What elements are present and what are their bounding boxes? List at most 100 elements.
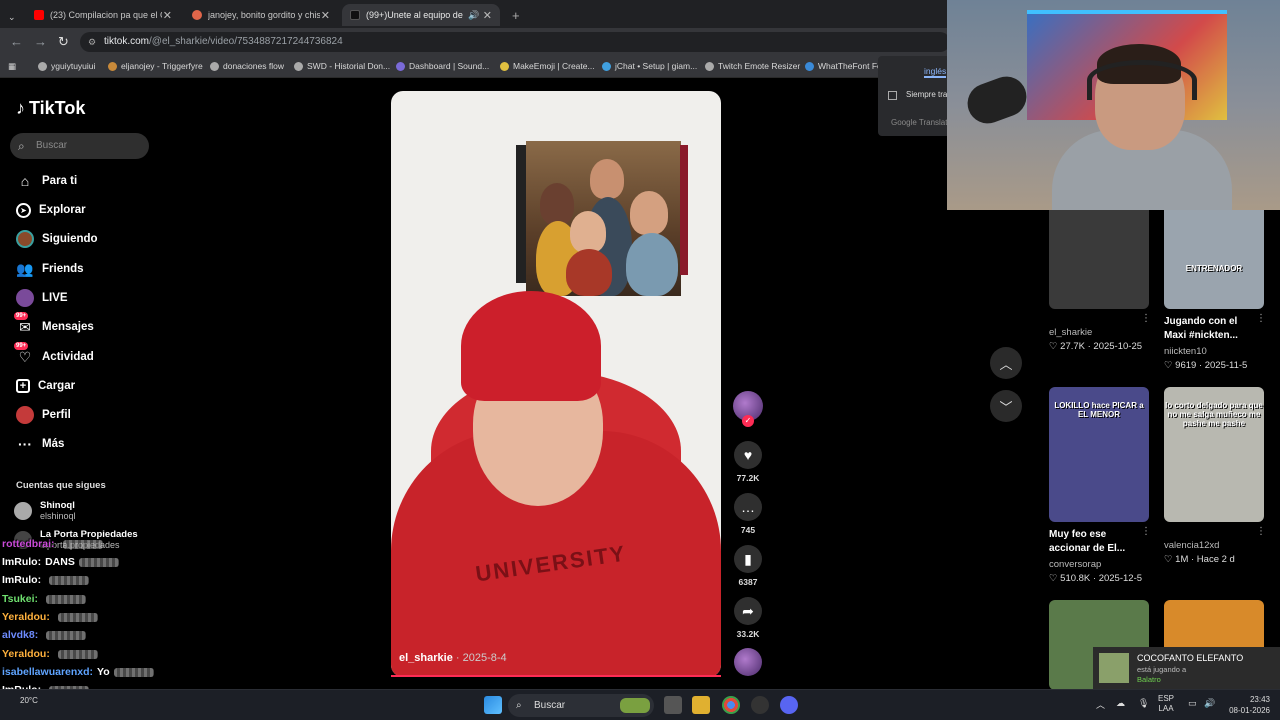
browser-tab-3[interactable]: (99+)Unete al equipo de Ar 🔊 ✕ bbox=[342, 4, 500, 26]
more-options-icon[interactable]: ⋮ bbox=[1141, 313, 1151, 324]
search-input[interactable]: ⌕ Buscar bbox=[10, 133, 149, 159]
recommended-video-author[interactable]: niickten10 bbox=[1164, 346, 1207, 357]
close-tab-icon[interactable]: ✕ bbox=[483, 9, 492, 22]
app-icon[interactable] bbox=[751, 696, 769, 714]
tab-list-button[interactable]: ⌄ bbox=[0, 6, 24, 28]
video-author-line[interactable]: el_sharkie · 2025-8-4 bbox=[399, 652, 507, 664]
activity-icon: ♡ 99+ bbox=[14, 342, 32, 365]
nav-siguiendo[interactable]: Siguiendo bbox=[16, 228, 98, 250]
task-view-icon[interactable] bbox=[664, 696, 682, 714]
url-field[interactable]: ⚙ tiktok.com/@el_sharkie/video/753488721… bbox=[80, 32, 950, 52]
avatar bbox=[14, 502, 32, 520]
notification-title: COCOFANTO ELEFANTO bbox=[1137, 653, 1244, 663]
nav-perfil[interactable]: Perfil bbox=[16, 404, 71, 426]
previous-video-button[interactable]: ︿ bbox=[990, 347, 1022, 379]
tray-overflow-icon[interactable]: ︿ bbox=[1096, 698, 1105, 711]
forward-icon[interactable]: → bbox=[34, 34, 47, 49]
windows-start-icon[interactable] bbox=[484, 696, 502, 714]
recommended-video-title[interactable]: Jugando con el Maxi #nickten... bbox=[1164, 315, 1256, 343]
chat-emote bbox=[57, 649, 98, 659]
messages-badge: 99+ bbox=[14, 312, 29, 320]
follow-check-icon[interactable]: ✓ bbox=[742, 415, 754, 427]
nav-cargar[interactable]: + Cargar bbox=[16, 375, 75, 397]
file-explorer-icon[interactable] bbox=[692, 696, 710, 714]
recommended-video-author[interactable]: valencia12xd bbox=[1164, 540, 1219, 551]
chat-message: Yeraldou: bbox=[2, 648, 98, 660]
always-translate-checkbox[interactable] bbox=[888, 91, 897, 100]
chat-text: Yo bbox=[97, 666, 110, 678]
upload-icon: + bbox=[16, 379, 30, 393]
volume-icon[interactable]: 🔊 bbox=[1204, 698, 1215, 709]
bookmark-item[interactable]: Dashboard | Sound... bbox=[396, 61, 489, 71]
share-button[interactable]: ➦ 33.2K bbox=[733, 597, 763, 639]
recommended-video-thumbnail[interactable]: lo corto delgado para que no me salga mu… bbox=[1164, 387, 1264, 522]
microphone-icon[interactable]: 🎙 bbox=[1138, 698, 1149, 709]
bookmark-item[interactable]: eljanojey - Triggerfyre bbox=[108, 61, 203, 71]
nav-friends[interactable]: 👥 Friends bbox=[16, 258, 83, 280]
nav-live[interactable]: LIVE bbox=[16, 287, 68, 309]
back-icon[interactable]: ← bbox=[10, 34, 23, 49]
video-player[interactable]: UNIVERSITY bbox=[391, 91, 721, 677]
nav-actividad[interactable]: ♡ 99+ Actividad bbox=[14, 342, 94, 368]
nav-label: Siguiendo bbox=[42, 233, 98, 245]
recommended-video-title[interactable]: Muy feo ese accionar de El... bbox=[1049, 528, 1141, 556]
bookmark-item[interactable]: MakeEmoji | Create... bbox=[500, 61, 595, 71]
like-button[interactable]: ♥ 77.2K bbox=[733, 441, 763, 483]
taskbar-search[interactable]: ⌕ Buscar bbox=[508, 694, 654, 717]
new-tab-button[interactable]: + bbox=[504, 4, 524, 26]
thumbnail-caption: ENTRENADOR bbox=[1185, 264, 1243, 273]
nav-explorar[interactable]: ➤ Explorar bbox=[16, 199, 86, 221]
apps-grid-icon[interactable]: ▦ bbox=[8, 61, 16, 72]
chat-username: ImRulo: bbox=[2, 574, 42, 586]
audio-playing-icon[interactable]: 🔊 bbox=[468, 10, 479, 21]
bookmark-item[interactable]: SWD - Historial Don... bbox=[294, 61, 390, 71]
next-video-button[interactable]: ﹀ bbox=[990, 390, 1022, 422]
chrome-icon[interactable] bbox=[722, 696, 740, 714]
nav-para-ti[interactable]: ⌂ Para ti bbox=[16, 170, 77, 192]
bookmark-item[interactable]: WhatTheFont Fo bbox=[805, 61, 882, 71]
discord-icon[interactable] bbox=[780, 696, 798, 714]
recommended-video-author[interactable]: el_sharkie bbox=[1049, 327, 1092, 338]
bookmark-item[interactable]: jChat • Setup | giam... bbox=[602, 61, 697, 71]
thumbnail-caption: LOKILLO hace PICAR a EL MENOR bbox=[1054, 401, 1144, 419]
recommended-video-thumbnail[interactable]: LOKILLO hace PICAR a EL MENOR bbox=[1049, 387, 1149, 522]
nav-label: LIVE bbox=[42, 292, 68, 304]
video-author[interactable]: el_sharkie bbox=[399, 652, 453, 664]
tray-app-icon[interactable]: ☁ bbox=[1116, 698, 1125, 709]
followed-account[interactable]: Shinoql elshinoql bbox=[14, 500, 76, 522]
bookmark-item[interactable]: donaciones flow bbox=[210, 61, 284, 71]
following-header: Cuentas que sigues bbox=[16, 480, 106, 491]
weather-widget[interactable]: 20°C bbox=[20, 696, 38, 705]
more-options-icon[interactable]: ⋮ bbox=[1256, 313, 1266, 324]
bookmark-label: WhatTheFont Fo bbox=[818, 61, 882, 71]
chevron-down-icon: ﹀ bbox=[999, 399, 1013, 415]
recommended-video-author[interactable]: conversorap bbox=[1049, 559, 1101, 570]
network-icon[interactable]: ▭ bbox=[1188, 698, 1197, 709]
bookmark-favicon-icon bbox=[705, 61, 714, 71]
nav-mas[interactable]: ··· Más bbox=[16, 433, 64, 455]
save-button[interactable]: ▮ 6387 bbox=[733, 545, 763, 587]
tiktok-logo[interactable]: ♪ TikTok bbox=[16, 98, 85, 119]
friend-activity-notification[interactable]: COCOFANTO ELEFANTO está jugando a Balatr… bbox=[1093, 647, 1280, 689]
reload-icon[interactable]: ↻ bbox=[58, 34, 69, 50]
chat-message: ImRulo: bbox=[2, 574, 90, 586]
bookmark-item[interactable]: Twitch Emote Resizer bbox=[705, 61, 800, 71]
chevron-up-icon: ︿ bbox=[999, 356, 1013, 372]
nav-mensajes[interactable]: ✉ 99+ Mensajes bbox=[14, 312, 94, 338]
close-tab-icon[interactable]: ✕ bbox=[163, 9, 172, 22]
bookmark-favicon-icon bbox=[210, 61, 219, 71]
clock[interactable]: 23:43 08-01-2026 bbox=[1222, 694, 1270, 716]
language-indicator[interactable]: ESP LAA bbox=[1158, 694, 1174, 714]
translate-language-tab[interactable]: inglés bbox=[924, 66, 947, 78]
video-progress-bar[interactable] bbox=[391, 675, 721, 677]
sound-disc-button[interactable] bbox=[733, 648, 763, 676]
browser-tab-1[interactable]: (23) Compilacion pa que el Cris ✕ bbox=[26, 4, 180, 26]
more-options-icon[interactable]: ⋮ bbox=[1141, 526, 1151, 537]
comment-button[interactable]: … 745 bbox=[733, 493, 763, 535]
browser-tab-2[interactable]: janojey, bonito gordito y chisto ✕ bbox=[184, 4, 338, 26]
site-info-icon[interactable]: ⚙ bbox=[88, 32, 96, 52]
creator-avatar-button[interactable]: ✓ bbox=[733, 391, 763, 427]
more-options-icon[interactable]: ⋮ bbox=[1256, 526, 1266, 537]
close-tab-icon[interactable]: ✕ bbox=[321, 9, 330, 22]
bookmark-item[interactable]: yguiytuyuiui bbox=[38, 61, 95, 71]
